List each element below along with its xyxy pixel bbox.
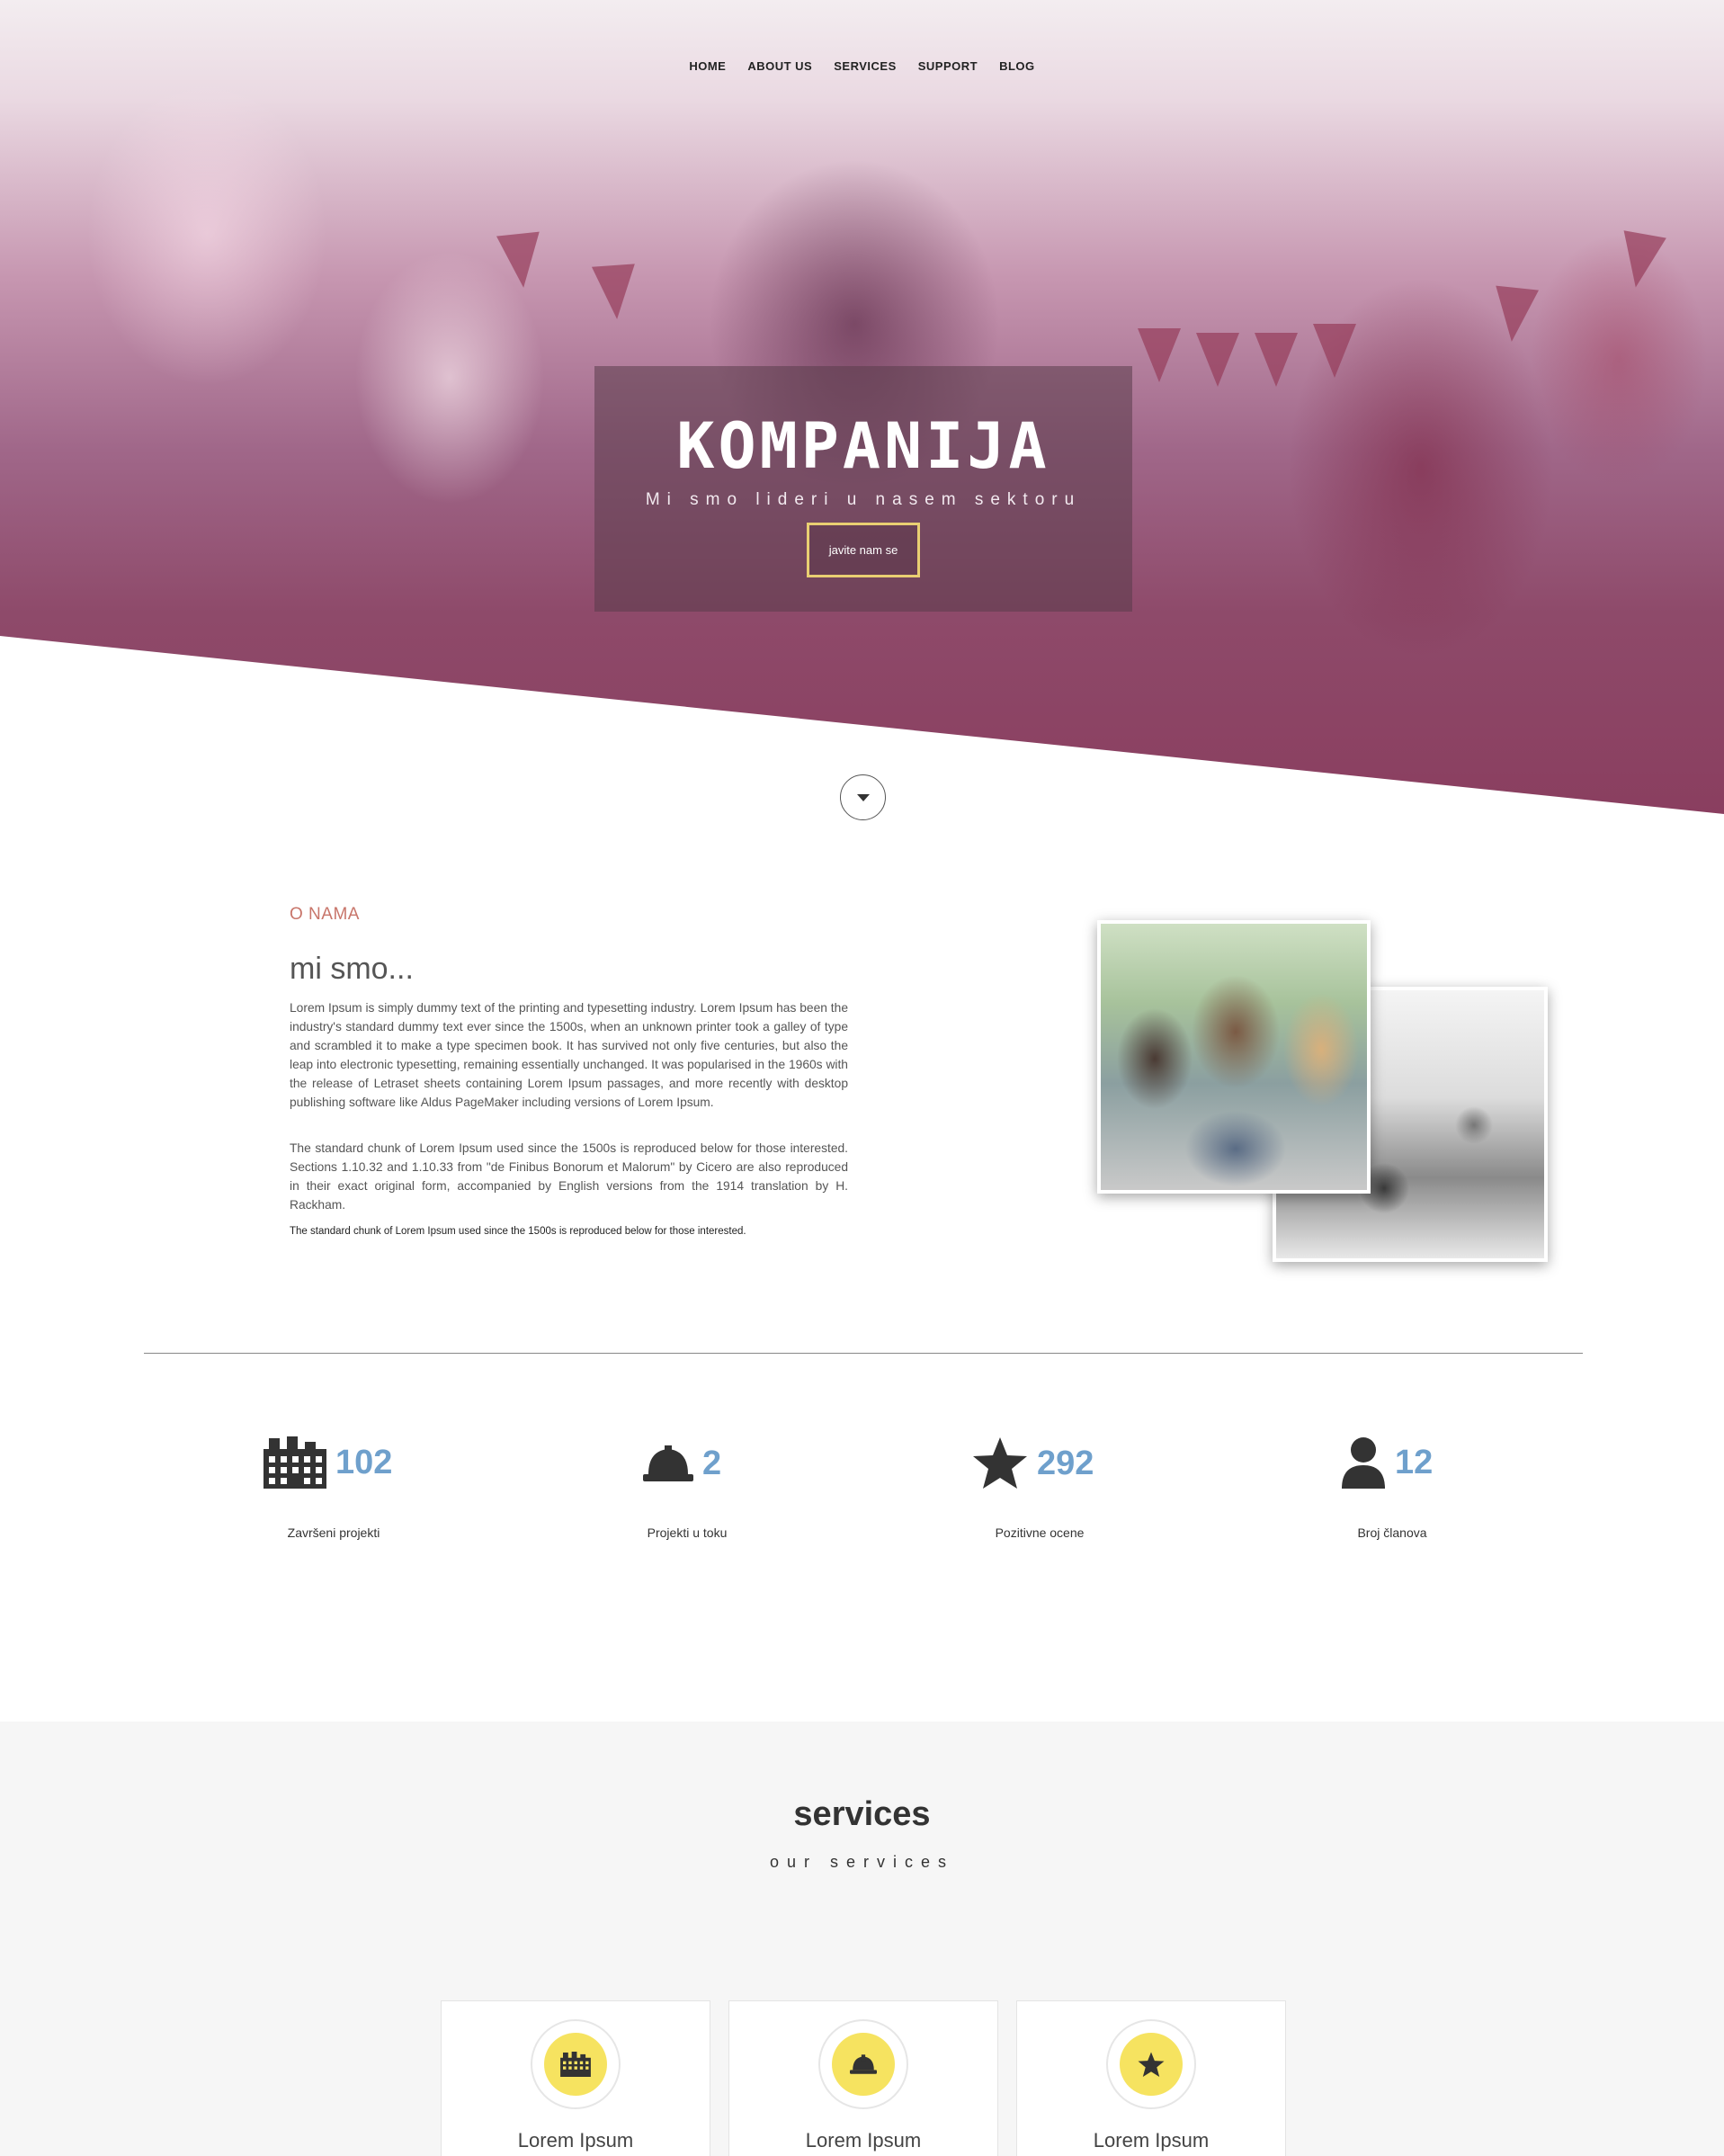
nav-item-home[interactable]: HOME [678,59,737,73]
building-icon [560,2052,591,2077]
about-small-note: The standard chunk of Lorem Ipsum used s… [290,1226,746,1237]
section-divider [144,1353,1583,1354]
stat-value: 2 [702,1444,722,1482]
service-card-label: Lorem Ipsum [805,2129,922,2152]
star-icon [973,1437,1027,1489]
hero-subtitle: Mi smo lideri u nasem sektoru [645,490,1082,509]
caret-down-icon [856,793,870,801]
service-icon-ring [818,2019,908,2109]
scroll-down-button[interactable] [840,774,886,820]
service-icon-ring [531,2019,621,2109]
service-icon-disc [832,2033,895,2096]
service-card[interactable]: Lorem Ipsum [728,2000,998,2156]
services-subtitle: our services [769,1853,955,1871]
service-icon-ring [1106,2019,1196,2109]
about-title: mi smo... [290,952,414,986]
service-icon-disc [1120,2033,1183,2096]
service-card-label: Lorem Ipsum [1093,2129,1210,2152]
nav-item-services[interactable]: SERVICES [823,59,907,73]
stat-value: 12 [1395,1443,1434,1481]
stat-projects-in-progress: 2 [643,1444,721,1483]
service-card[interactable]: Lorem Ipsum [1016,2000,1286,2156]
star-icon [1138,2051,1165,2077]
nav-item-about-us[interactable]: ABOUT US [737,59,823,73]
main-nav: HOME ABOUT US SERVICES SUPPORT BLOG [0,59,1724,73]
stat-label: Broj članova [1357,1525,1427,1540]
stat-label: Projekti u toku [647,1525,728,1540]
stat-value: 292 [1037,1444,1094,1482]
stat-label: Završeni projekti [287,1525,380,1540]
service-card[interactable]: Lorem Ipsum [441,2000,710,2156]
stat-completed-projects: 102 [264,1436,392,1489]
stat-member-count: 12 [1341,1436,1433,1489]
stat-label: Pozitivne ocene [995,1525,1085,1540]
building-icon [264,1436,326,1489]
hero-title-box: KOMPANIJA Mi smo lideri u nasem sektoru … [594,366,1132,612]
hero-title: KOMPANIJA [676,409,1050,483]
hard-hat-icon [643,1445,693,1481]
team-photo [1097,920,1371,1194]
hero-section: HOME ABOUT US SERVICES SUPPORT BLOG KOMP… [0,0,1724,819]
user-icon [1342,1437,1385,1489]
services-title: services [793,1795,931,1833]
about-kicker: O NAMA [290,905,360,924]
service-icon-disc [544,2033,607,2096]
stat-value: 102 [335,1443,393,1481]
contact-us-button[interactable]: javite nam se [806,523,921,577]
about-paragraph-2: The standard chunk of Lorem Ipsum used s… [290,1141,848,1212]
about-paragraph-1: Lorem Ipsum is simply dummy text of the … [290,1001,848,1109]
hard-hat-icon [850,2054,877,2074]
nav-item-support[interactable]: SUPPORT [907,59,988,73]
nav-item-blog[interactable]: BLOG [988,59,1046,73]
service-card-label: Lorem Ipsum [517,2129,634,2152]
stat-positive-ratings: 292 [972,1436,1094,1490]
